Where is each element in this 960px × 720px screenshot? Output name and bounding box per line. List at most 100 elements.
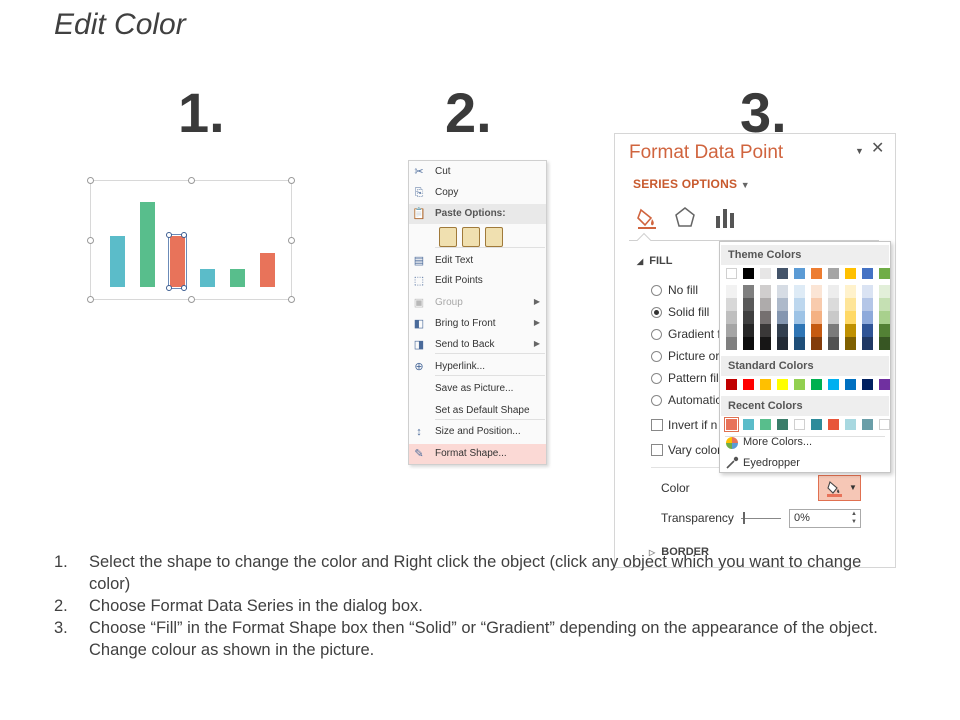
chart-bar[interactable]: [140, 202, 155, 287]
color-swatch[interactable]: [760, 268, 771, 279]
color-swatch[interactable]: [743, 379, 754, 390]
color-swatch[interactable]: [726, 298, 737, 311]
color-swatch[interactable]: [845, 298, 856, 311]
series-options-icon[interactable]: [713, 206, 737, 230]
color-swatch[interactable]: [777, 337, 788, 350]
color-swatch[interactable]: [777, 379, 788, 390]
color-swatch[interactable]: [760, 379, 771, 390]
color-swatch[interactable]: [726, 268, 737, 279]
resize-handle[interactable]: [87, 296, 94, 303]
color-swatch[interactable]: [794, 379, 805, 390]
color-swatch[interactable]: [760, 311, 771, 324]
color-swatch[interactable]: [760, 298, 771, 311]
color-swatch[interactable]: [743, 311, 754, 324]
color-swatch[interactable]: [777, 419, 788, 430]
transparency-slider-thumb[interactable]: [743, 512, 745, 524]
menu-item-size-and-position[interactable]: ↕ Size and Position...: [409, 422, 546, 442]
menu-item-edit-points[interactable]: ⬚ Edit Points: [409, 271, 546, 291]
color-swatch[interactable]: [811, 419, 822, 430]
bar-selection-handle[interactable]: [181, 232, 187, 238]
color-swatch[interactable]: [879, 285, 890, 298]
paste-option-icon[interactable]: [485, 227, 503, 247]
color-swatch[interactable]: [862, 324, 873, 337]
menu-item-group[interactable]: ▣ Group ▶: [409, 293, 546, 313]
color-swatch[interactable]: [794, 419, 805, 430]
menu-item-send-to-back[interactable]: ◨ Send to Back ▶: [409, 335, 546, 355]
close-icon[interactable]: ✕: [871, 138, 884, 158]
color-swatch[interactable]: [794, 268, 805, 279]
automatic-fill-radio[interactable]: [651, 395, 662, 406]
color-swatch[interactable]: [879, 298, 890, 311]
color-swatch[interactable]: [811, 324, 822, 337]
color-swatch[interactable]: [862, 298, 873, 311]
resize-handle[interactable]: [188, 177, 195, 184]
bar-selection-handle[interactable]: [181, 285, 187, 291]
color-swatch[interactable]: [845, 324, 856, 337]
picture-fill-radio[interactable]: [651, 351, 662, 362]
color-swatch[interactable]: [879, 324, 890, 337]
color-swatch[interactable]: [743, 419, 754, 430]
color-swatch[interactable]: [828, 285, 839, 298]
color-swatch[interactable]: [879, 268, 890, 279]
menu-item-set-as-default-shape[interactable]: Set as Default Shape: [409, 401, 546, 421]
color-swatch[interactable]: [811, 337, 822, 350]
menu-item-copy[interactable]: ⎘ Copy: [409, 183, 546, 203]
menu-item-edit-text[interactable]: ▤ Edit Text: [409, 251, 546, 271]
menu-item-format-shape[interactable]: ✎ Format Shape...: [409, 444, 546, 464]
color-swatch[interactable]: [760, 419, 771, 430]
pane-menu-icon[interactable]: ▼: [855, 146, 864, 156]
transparency-input[interactable]: 0% ▲ ▼: [789, 509, 861, 528]
color-swatch[interactable]: [811, 311, 822, 324]
color-swatch[interactable]: [760, 337, 771, 350]
color-swatch[interactable]: [828, 298, 839, 311]
color-swatch[interactable]: [879, 337, 890, 350]
color-swatch[interactable]: [879, 311, 890, 324]
solid-fill-radio[interactable]: [651, 307, 662, 318]
color-swatch[interactable]: [862, 419, 873, 430]
fill-color-button[interactable]: ▼: [818, 475, 861, 501]
menu-item-save-as-picture[interactable]: Save as Picture...: [409, 379, 546, 399]
color-swatch[interactable]: [862, 311, 873, 324]
color-swatch[interactable]: [862, 337, 873, 350]
color-swatch[interactable]: [794, 285, 805, 298]
paste-option-icon[interactable]: [439, 227, 457, 247]
color-swatch[interactable]: [724, 417, 739, 432]
menu-item-cut[interactable]: ✂ Cut: [409, 162, 546, 182]
color-swatch[interactable]: [862, 268, 873, 279]
resize-handle[interactable]: [87, 237, 94, 244]
menu-item-bring-to-front[interactable]: ◧ Bring to Front ▶: [409, 314, 546, 334]
color-swatch[interactable]: [828, 324, 839, 337]
color-swatch[interactable]: [879, 419, 890, 430]
color-swatch[interactable]: [794, 337, 805, 350]
color-swatch[interactable]: [726, 285, 737, 298]
color-swatch[interactable]: [777, 268, 788, 279]
color-swatch[interactable]: [760, 324, 771, 337]
resize-handle[interactable]: [288, 177, 295, 184]
color-swatch[interactable]: [845, 285, 856, 298]
color-swatch[interactable]: [743, 285, 754, 298]
pattern-fill-radio[interactable]: [651, 373, 662, 384]
resize-handle[interactable]: [288, 237, 295, 244]
color-swatch[interactable]: [811, 285, 822, 298]
color-swatch[interactable]: [845, 337, 856, 350]
spin-down-icon[interactable]: ▼: [851, 519, 857, 525]
series-options-dropdown[interactable]: SERIES OPTIONS ▼: [633, 177, 750, 191]
resize-handle[interactable]: [288, 296, 295, 303]
color-swatch[interactable]: [794, 324, 805, 337]
color-swatch[interactable]: [845, 268, 856, 279]
color-swatch[interactable]: [828, 379, 839, 390]
color-swatch[interactable]: [828, 268, 839, 279]
color-swatch[interactable]: [879, 379, 890, 390]
fill-line-icon[interactable]: [635, 206, 659, 230]
color-swatch[interactable]: [726, 379, 737, 390]
more-colors-link[interactable]: More Colors...: [743, 436, 812, 448]
color-swatch[interactable]: [777, 285, 788, 298]
color-swatch[interactable]: [794, 298, 805, 311]
color-swatch[interactable]: [845, 419, 856, 430]
color-swatch[interactable]: [777, 298, 788, 311]
color-swatch[interactable]: [811, 298, 822, 311]
resize-handle[interactable]: [87, 177, 94, 184]
color-swatch[interactable]: [862, 379, 873, 390]
paste-option-icon[interactable]: [462, 227, 480, 247]
color-swatch[interactable]: [862, 285, 873, 298]
